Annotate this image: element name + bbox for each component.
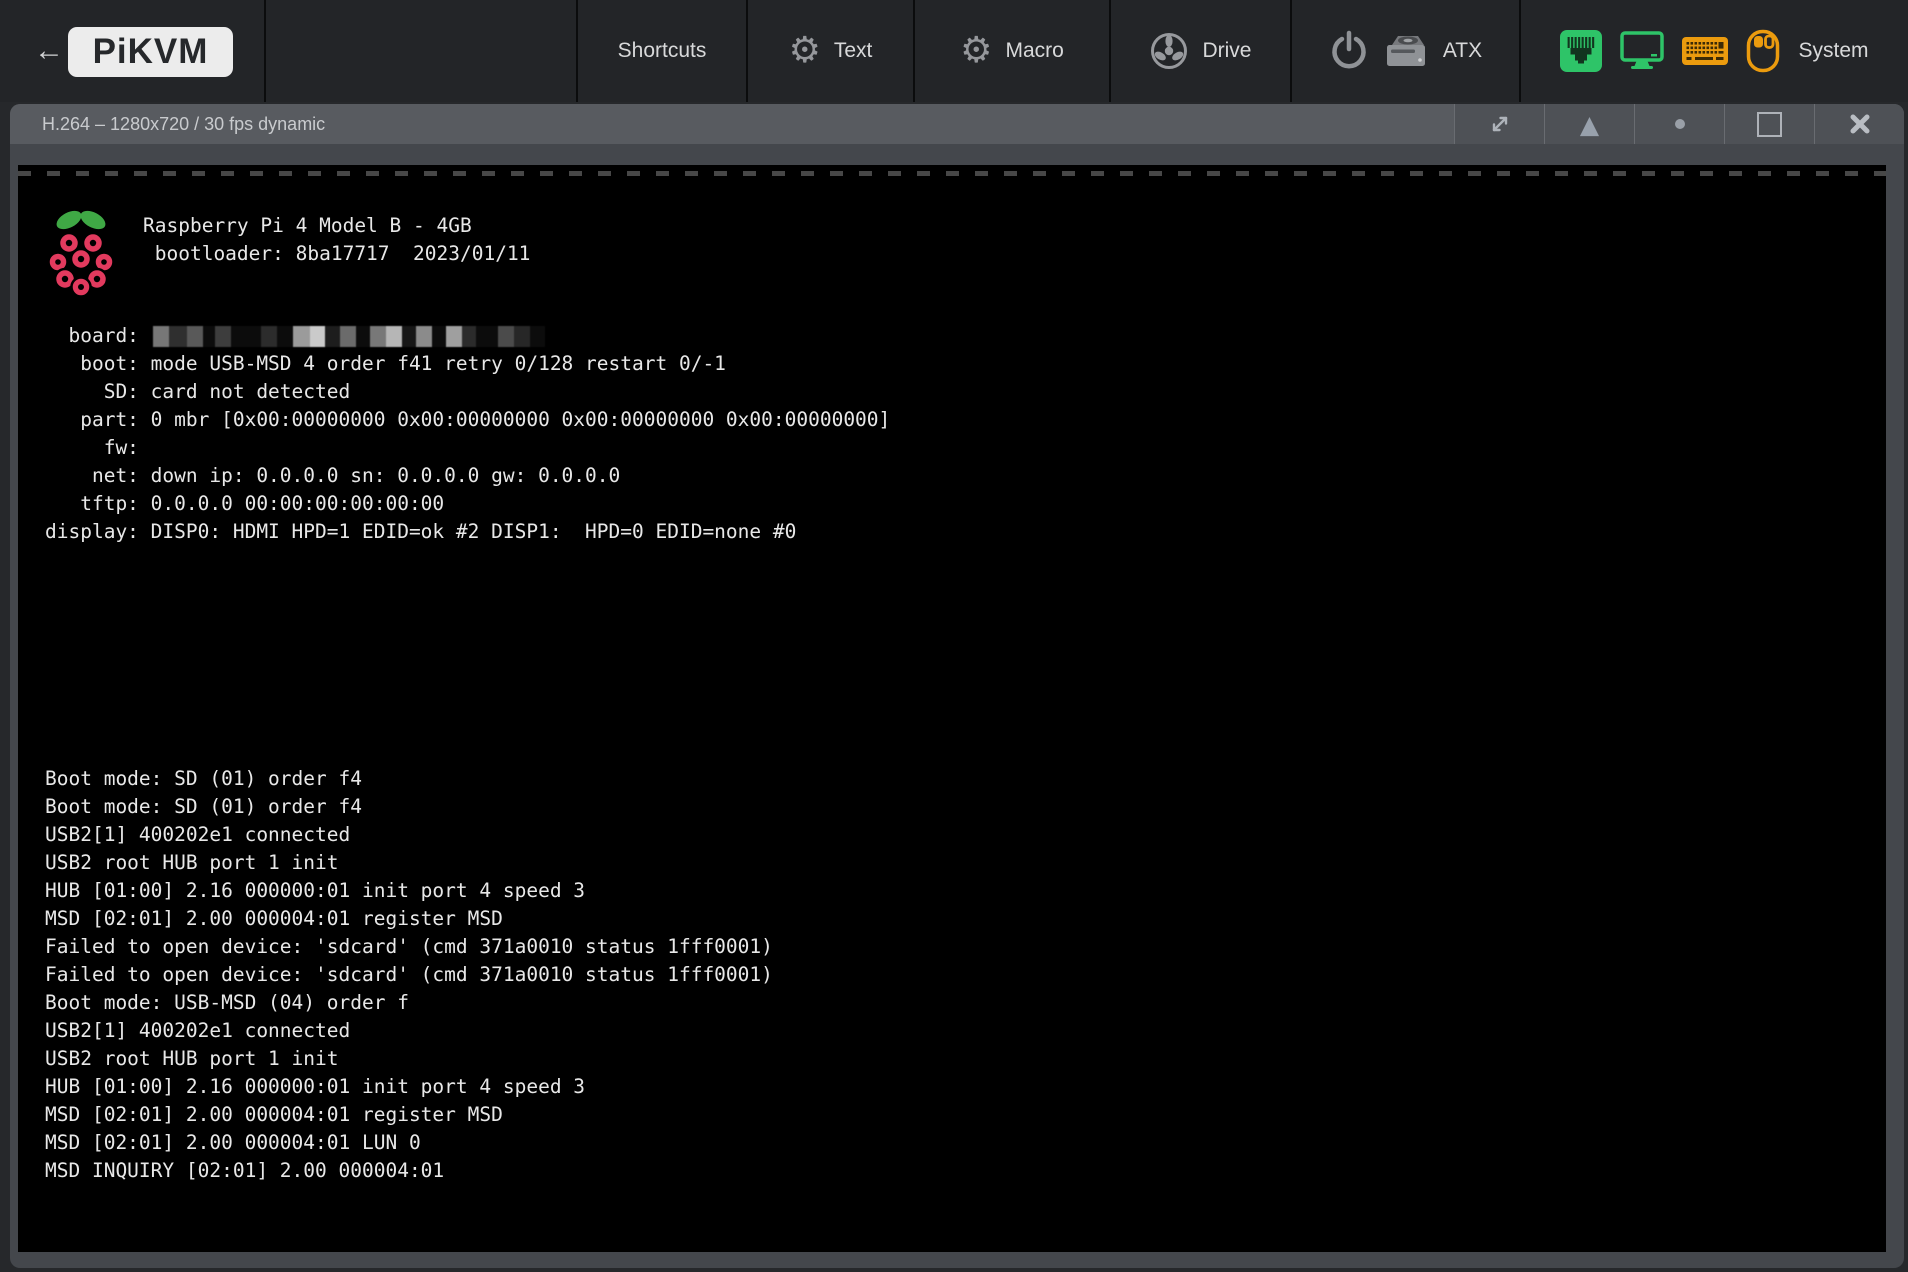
power-icon: [1329, 30, 1369, 72]
pikvm-logo: PiKVM: [68, 27, 233, 77]
display-status-icon: [1620, 31, 1664, 71]
macro-label: Macro: [1005, 39, 1063, 63]
video-top-artifact: [18, 171, 1886, 176]
boot-log-block: Boot mode: SD (01) order f4 Boot mode: S…: [45, 765, 773, 1185]
close-icon: [1848, 112, 1872, 136]
stream-window: H.264 – 1280x720 / 30 fps dynamic: [10, 104, 1904, 1268]
pikvm-logo-text: PiKVM: [93, 32, 209, 72]
mouse-status-icon: [1746, 29, 1780, 73]
system-label: System: [1798, 39, 1868, 63]
pi-model-header: Raspberry Pi 4 Model B - 4GB bootloader:…: [143, 212, 530, 268]
atx-label: ATX: [1443, 39, 1482, 63]
menu-shortcuts[interactable]: Shortcuts: [578, 0, 746, 102]
menu-atx[interactable]: ATX: [1292, 0, 1519, 102]
top-navbar: ← PiKVM Shortcuts ⚙ Text ⚙ Macro: [0, 0, 1908, 102]
gear-icon: ⚙: [960, 33, 992, 69]
board-info-line: board:: [45, 322, 545, 350]
maximize-button[interactable]: [1724, 104, 1814, 144]
shortcuts-label: Shortcuts: [618, 39, 707, 63]
close-window-button[interactable]: [1814, 104, 1904, 144]
menu-macro[interactable]: ⚙ Macro: [915, 0, 1109, 102]
dot-icon: [1675, 119, 1685, 129]
back-arrow-icon: ←: [34, 34, 64, 68]
nav-divider: [264, 0, 266, 102]
record-dot-button[interactable]: [1634, 104, 1724, 144]
keyboard-status-icon: [1682, 37, 1728, 65]
expand-icon: [1487, 111, 1513, 137]
drive-label: Drive: [1202, 39, 1251, 63]
atx-drive-box-icon: [1382, 33, 1430, 69]
ethernet-status-icon: [1560, 30, 1602, 72]
board-serial-redacted: [153, 326, 545, 347]
stream-window-controls: ▲: [1454, 104, 1904, 144]
square-icon: [1757, 112, 1782, 137]
pi-bootloader-line: bootloader: 8ba17717 2023/01/11: [143, 242, 530, 265]
expand-window-button[interactable]: [1454, 104, 1544, 144]
text-label: Text: [834, 39, 873, 63]
menu-text[interactable]: ⚙ Text: [748, 0, 913, 102]
fullscreen-button[interactable]: ▲: [1544, 104, 1634, 144]
back-button[interactable]: ←: [26, 0, 72, 102]
menu-drive[interactable]: Drive: [1111, 0, 1290, 102]
stream-title: H.264 – 1280x720 / 30 fps dynamic: [10, 104, 1454, 144]
boot-info-block: boot: mode USB-MSD 4 order f41 retry 0/1…: [45, 350, 890, 546]
pikvm-app: ← PiKVM Shortcuts ⚙ Text ⚙ Macro: [0, 0, 1908, 1272]
system-status-area: System: [1521, 0, 1908, 102]
raspberry-pi-logo: [48, 207, 114, 304]
fan-icon: [1149, 31, 1189, 71]
stream-window-header: H.264 – 1280x720 / 30 fps dynamic: [10, 104, 1904, 144]
pi-model-line: Raspberry Pi 4 Model B - 4GB: [143, 214, 472, 237]
triangle-icon: ▲: [1580, 112, 1599, 137]
kvm-video-screen[interactable]: Raspberry Pi 4 Model B - 4GB bootloader:…: [18, 165, 1886, 1252]
gear-icon: ⚙: [789, 33, 821, 69]
board-label: board:: [45, 322, 151, 350]
